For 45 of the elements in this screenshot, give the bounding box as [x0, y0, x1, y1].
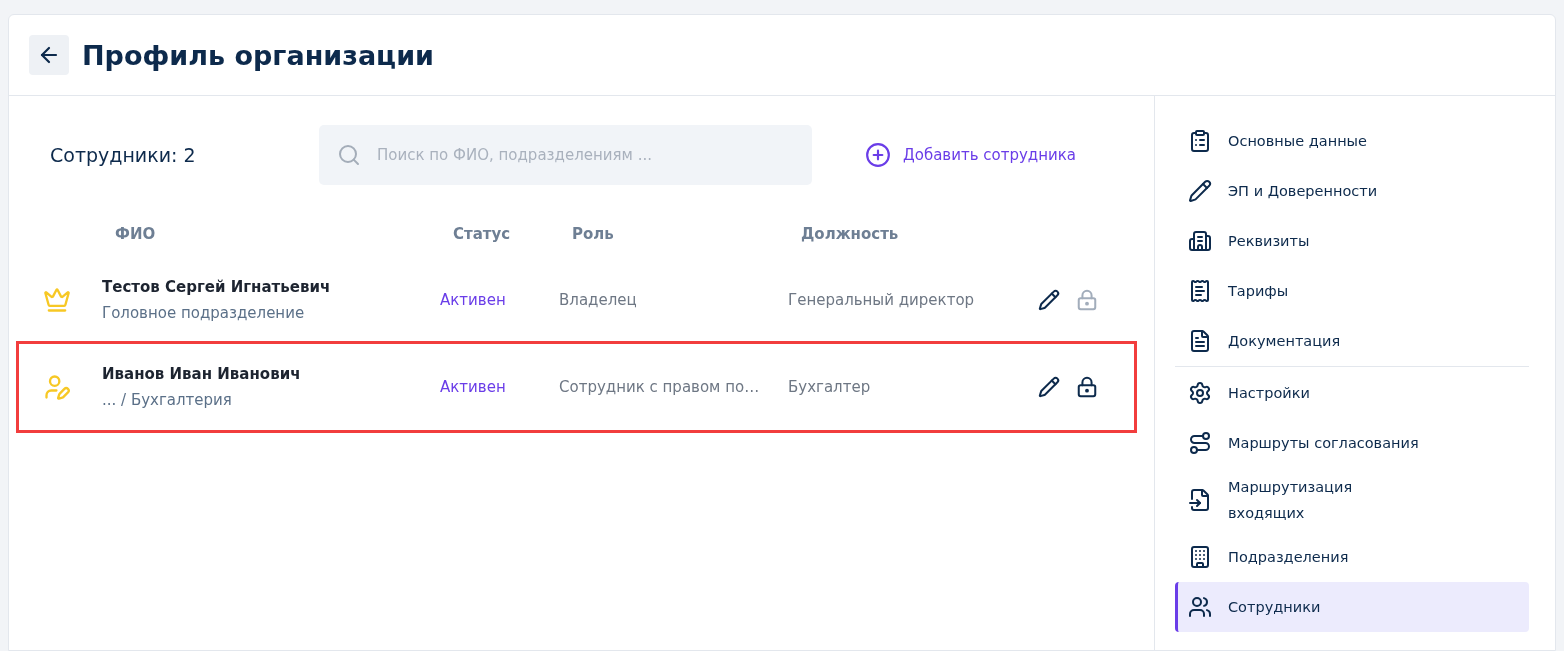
- add-employee-button[interactable]: Добавить сотрудника: [865, 142, 1076, 168]
- sidebar-item[interactable]: Маршруты согласования: [1175, 418, 1529, 468]
- office-building-icon: [1188, 545, 1212, 569]
- position-text: Бухгалтер: [788, 378, 872, 396]
- column-header: ФИО: [115, 225, 157, 243]
- sidebar-item[interactable]: Документация: [1175, 316, 1529, 366]
- sidebar-item[interactable]: Маршрутизация входящих: [1175, 468, 1529, 532]
- edit-button[interactable]: [1038, 376, 1060, 398]
- settings-icon: [1188, 381, 1212, 405]
- receipt-icon: [1188, 279, 1212, 303]
- sidebar-item[interactable]: Сотрудники: [1175, 582, 1529, 632]
- building-icon: [1188, 229, 1212, 253]
- sidebar-item[interactable]: Основные данные: [1175, 116, 1529, 166]
- employee-department: ... / Бухгалтерия: [102, 391, 233, 409]
- sidebar-item[interactable]: ЭП и Доверенности: [1175, 166, 1529, 216]
- column-header: Статус: [453, 225, 512, 243]
- sidebar-item[interactable]: Реквизиты: [1175, 216, 1529, 266]
- file-import-icon: [1188, 488, 1212, 512]
- pencil-icon: [1188, 179, 1212, 203]
- column-header: Роль: [572, 225, 615, 243]
- status-text: Активен: [440, 291, 507, 309]
- plus-circle-icon: [865, 142, 891, 168]
- column-header: Должность: [801, 225, 900, 243]
- sidebar-item[interactable]: Тарифы: [1175, 266, 1529, 316]
- status-text: Активен: [440, 378, 507, 396]
- sidebar-item[interactable]: Подразделения: [1175, 532, 1529, 582]
- search-field[interactable]: Поиск по ФИО, подразделениям ...: [319, 125, 812, 185]
- sidebar-item[interactable]: Настройки: [1175, 368, 1529, 418]
- highlighted-row[interactable]: Иванов Иван Иванович ... / Бухгалтерия Активен Сотрудник с правом по… Бухгалтер: [16, 341, 1137, 433]
- role-text: Сотрудник с правом по…: [559, 378, 761, 396]
- employee-name: Тестов Сергей Игнатьевич: [102, 278, 332, 296]
- users-icon: [1188, 595, 1212, 619]
- role-text: Владелец: [559, 291, 638, 309]
- employee-count: Сотрудники: 2: [50, 144, 197, 166]
- document-icon: [1188, 329, 1212, 353]
- edit-button[interactable]: [1038, 289, 1060, 311]
- employee-department: Головное подразделение: [102, 304, 306, 322]
- page-title: Профиль организации: [82, 39, 434, 71]
- back-button[interactable]: [29, 35, 69, 75]
- route-icon: [1188, 431, 1212, 455]
- employee-name: Иванов Иван Иванович: [102, 365, 302, 383]
- position-text: Генеральный директор: [788, 291, 976, 309]
- search-icon: [337, 143, 361, 167]
- lock-button[interactable]: [1076, 376, 1098, 398]
- clipboard-icon: [1188, 129, 1212, 153]
